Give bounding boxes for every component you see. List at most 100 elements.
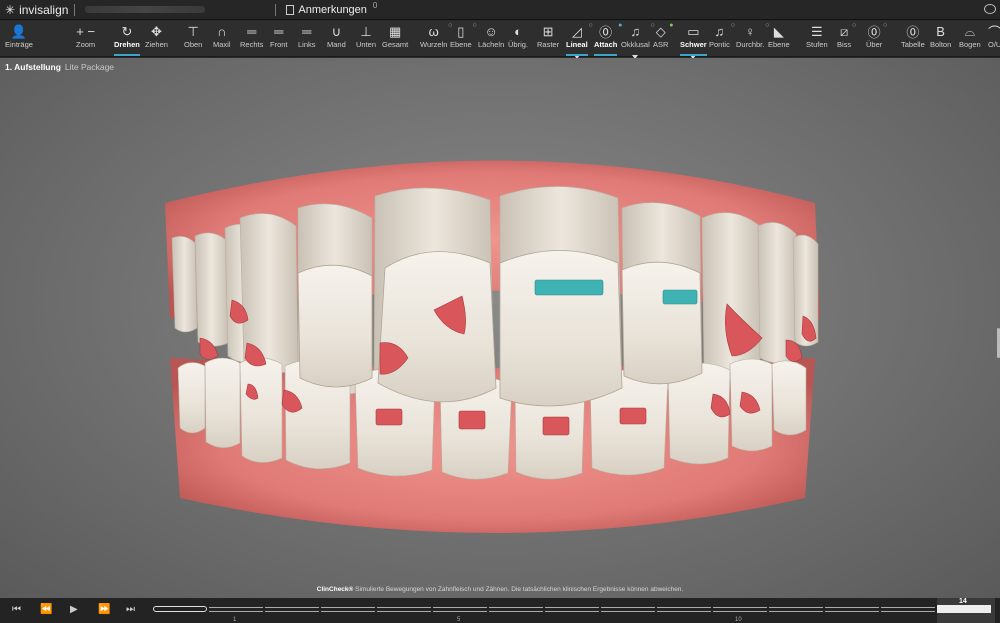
tool-label: ASR [653, 40, 669, 49]
tool-label: Gesamt [382, 40, 409, 49]
notes-button[interactable]: Anmerkungen 0 [286, 1, 377, 16]
tool-occlusal-button[interactable]: ♫ Okklusal ○ [621, 22, 655, 59]
pontic-icon: ♫ [714, 24, 725, 39]
tool-smile-button[interactable]: ☺ Lächeln [478, 23, 504, 55]
tool-view-bottom-button[interactable]: ⊥ Unten [356, 23, 376, 55]
stage-segment[interactable] [489, 607, 543, 612]
toolbar: 👤 Einträge + − Zoom ↻ Drehen ✥ Ziehen ⊤ Oben ∩ Maxi… [0, 21, 1000, 59]
timeline-track[interactable]: 1 5 10 14 [153, 598, 993, 623]
person-icon: 👤 [10, 23, 28, 39]
disclaimer-text: ClinCheck® Simulierte Bewegungen von Zah… [0, 586, 1000, 593]
tool-bolton-button[interactable]: B Bolton [930, 23, 951, 55]
tool-table-button[interactable]: ⓪ Tabelle [901, 23, 925, 55]
tool-label: Übrig. [508, 40, 529, 49]
tool-label: Drehen [114, 40, 140, 49]
step-back-icon[interactable]: ⏪ [40, 604, 52, 615]
tool-indicator-dot: ○ [588, 22, 593, 29]
tool-rotate-button[interactable]: ↻ Drehen [114, 23, 140, 56]
tick-label: 1 [233, 617, 237, 623]
remaining-icon: ◐ [514, 24, 522, 39]
disclaimer-brand: ClinCheck® [316, 586, 354, 593]
tool-pan-button[interactable]: ✥ Ziehen [145, 23, 168, 55]
tool-label: Front [270, 40, 288, 49]
tool-label: Ebene [450, 40, 472, 49]
tool-label: Raster [537, 40, 560, 49]
tool-label: Lächeln [478, 40, 505, 49]
stage-segment[interactable] [321, 607, 375, 612]
play-icon[interactable]: ▶ [70, 604, 78, 615]
stage-segment[interactable] [433, 607, 487, 612]
tool-label: Rechts [240, 40, 264, 49]
stage-segment[interactable] [265, 607, 319, 612]
tool-label: Ziehen [145, 40, 168, 49]
tool-view-left-button[interactable]: ═ Links [298, 23, 316, 55]
stage-segment[interactable] [769, 607, 823, 612]
tool-person-button[interactable]: 👤 Einträge [5, 23, 33, 55]
tool-grid-all-button[interactable]: ▦ Gesamt [382, 23, 408, 55]
stage-segment[interactable] [881, 607, 935, 612]
tool-label: Schwer [680, 40, 707, 49]
stages-icon: ☰ [811, 23, 823, 39]
patient-name-blurred [85, 6, 206, 13]
stage-segment[interactable] [601, 607, 655, 612]
stage-segment[interactable] [713, 607, 767, 612]
tool-pontic-button[interactable]: ♫ Pontic ○ [709, 22, 735, 55]
rotate-icon: ↻ [121, 23, 133, 39]
dental-model[interactable] [0, 58, 1000, 598]
tool-attachment-button[interactable]: ⓪ Attach ● [594, 22, 622, 56]
tool-raster-button[interactable]: ⊞ Raster [537, 23, 559, 55]
3d-viewport[interactable]: 1. Aufstellung Lite Package ClinCheck® S… [0, 58, 1000, 598]
tool-label: Unten [356, 40, 377, 49]
tool-remaining-button[interactable]: ◐ Übrig. [508, 23, 528, 55]
tool-view-front-button[interactable]: ═ Front [270, 23, 288, 55]
tool-plane-button[interactable]: ▯ Ebene ○ [450, 22, 477, 55]
eye-icon[interactable] [984, 4, 996, 14]
tool-label: Lineal [566, 40, 588, 49]
stage-segment[interactable] [153, 606, 207, 612]
tool-ruler-button[interactable]: ◿ Lineal ○ [566, 22, 593, 59]
stage-segment[interactable] [545, 607, 599, 612]
step-forward-icon[interactable]: ⏩ [98, 604, 110, 615]
occlusal-icon: ♫ [630, 24, 641, 39]
tool-indicator-dot: ○ [851, 22, 857, 29]
tool-label: Durchbr. [736, 40, 765, 49]
tool-triangle-plane-button[interactable]: ◣ Ebene [768, 23, 790, 55]
tool-eruption-button[interactable]: ♀ Durchbr. ○ [736, 22, 769, 55]
view-right-icon: ═ [247, 24, 257, 39]
tool-view-right-button[interactable]: ═ Rechts [240, 23, 263, 55]
tool-label: Oben [184, 40, 203, 49]
tool-mandible-button[interactable]: ∪ Mand [327, 23, 346, 55]
separator [74, 3, 76, 16]
tool-label: Bolton [930, 40, 952, 49]
skip-to-end-icon[interactable]: ⏭ [126, 604, 135, 615]
tool-label: Mand [327, 40, 346, 49]
folder-icon: ▭ [687, 23, 700, 39]
stage-segment[interactable] [377, 607, 431, 612]
eruption-icon: ♀ [745, 24, 756, 39]
tool-indicator-dot: ○ [472, 22, 477, 29]
tool-stages-button[interactable]: ☰ Stufen [806, 23, 828, 55]
tool-label: O/U [988, 40, 1000, 49]
tool-arch-button[interactable]: ⌓ Bogen [959, 23, 981, 55]
stage-segment[interactable] [657, 607, 711, 612]
roots-icon: ω [428, 24, 439, 39]
stage-segment[interactable] [937, 605, 991, 613]
tool-label: Über [866, 40, 883, 49]
tool-roots-button[interactable]: ω Wurzeln ○ [420, 22, 452, 55]
skip-to-start-icon[interactable]: ⏮ [12, 604, 21, 615]
tool-view-top-button[interactable]: ⊤ Oben [184, 23, 202, 55]
bolton-icon: B [936, 24, 945, 39]
view-front-icon: ═ [274, 24, 284, 39]
tool-overlay-button[interactable]: ⓪ Über ○ [866, 22, 887, 55]
triangle-plane-icon: ◣ [773, 23, 784, 39]
tool-asr-button[interactable]: ◇ ASR ● [653, 22, 673, 55]
stage-segment[interactable] [825, 607, 879, 612]
tool-bite-button[interactable]: ⧄ Biss ○ [837, 22, 856, 55]
tool-zoom-button[interactable]: + − Zoom [76, 23, 95, 55]
tool-folder-button[interactable]: ▭ Schwer [680, 23, 707, 59]
maxilla-icon: ∩ [217, 24, 227, 39]
tool-maxilla-button[interactable]: ∩ Maxil [213, 23, 231, 55]
current-stage-label: 14 [959, 598, 967, 605]
stage-segment[interactable] [209, 607, 263, 612]
tool-upper-lower-button[interactable]: ⌒ O/U [988, 23, 1000, 55]
